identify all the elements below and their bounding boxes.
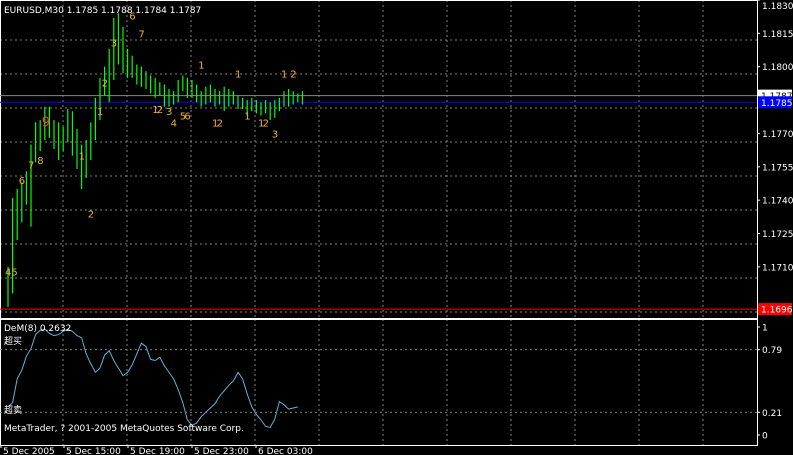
x-tick-label: 5 Dec 2005	[3, 447, 55, 455]
count-label: 1	[97, 107, 103, 118]
dem-tick-label: 0	[762, 432, 768, 442]
count-labels: 4567 89121236712 3456112111231 2	[5, 12, 297, 279]
chart-title: EURUSD,M30 1.1785 1.1788 1.1784 1.1787	[4, 6, 201, 16]
count-label: 1	[281, 69, 287, 80]
horizontal-lines	[0, 95, 757, 310]
count-label: 2	[157, 105, 163, 116]
x-tick-label: 5 Dec 23:00	[194, 447, 249, 455]
y-tick-label: 1.1800	[762, 63, 793, 73]
overbought-label: 超买	[4, 335, 22, 347]
x-tick-label: 6 Dec 03:00	[258, 447, 313, 455]
count-label: 8	[37, 156, 43, 167]
dem-tick-label: 0.79	[762, 346, 782, 356]
price-bars	[7, 13, 303, 307]
x-tick-label: 5 Dec 19:00	[130, 447, 185, 455]
count-label: 1	[79, 152, 85, 163]
copyright-text: MetaTrader, ? 2001-2005 MetaQuotes Softw…	[4, 424, 244, 434]
count-label: 3	[166, 107, 172, 118]
count-label: 45	[5, 267, 18, 278]
count-label: 4	[171, 118, 177, 129]
oversold-label: 超卖	[4, 404, 22, 416]
count-label: 3	[272, 129, 278, 140]
count-label: 2	[263, 118, 269, 129]
count-label: 1	[244, 112, 250, 123]
blue-line-tag-label: 1.1785	[761, 99, 793, 109]
count-label: 6	[19, 176, 25, 187]
x-axis-ticks: 5 Dec 2005 5 Dec 15:00 5 Dec 19:00 5 Dec 23…	[0, 445, 313, 455]
y-tick-label: 1.1740	[762, 197, 793, 207]
count-label: 7	[28, 161, 34, 172]
count-label: 6	[184, 112, 190, 123]
y-tick-label: 1.1815	[762, 30, 793, 40]
count-label: 1	[235, 69, 241, 80]
y-tick-label: 1.1710	[762, 263, 793, 273]
x-tick-label: 5 Dec 15:00	[66, 447, 121, 455]
count-label: 3	[111, 38, 117, 49]
count-label: 9	[42, 115, 50, 130]
price-chart[interactable]: 4567 89121236712 3456112111231 2 1.18301.18…	[0, 0, 793, 455]
count-label: 2	[88, 209, 94, 220]
count-label: 7	[138, 29, 144, 40]
count-label: 1	[198, 60, 204, 71]
y-tick-label: 1.1755	[762, 163, 793, 173]
y-axis-ticks: 1.18301.18151.18001.17871.17851.17701.17…	[757, 0, 793, 316]
count-label: 2	[102, 78, 108, 89]
red-line-tag-label: 1.1696	[761, 306, 793, 316]
count-label: 2	[290, 69, 296, 80]
count-label: 2	[217, 118, 223, 129]
y-tick-label: 1.1770	[762, 130, 793, 140]
dem-tick-label: 0.21	[762, 409, 782, 419]
dem-tick-label: 1	[762, 324, 768, 334]
dem-title: DeM(8) 0.2632	[4, 324, 71, 334]
y-tick-label: 1.1725	[762, 230, 793, 240]
y-tick-label: 1.1830	[762, 2, 793, 12]
